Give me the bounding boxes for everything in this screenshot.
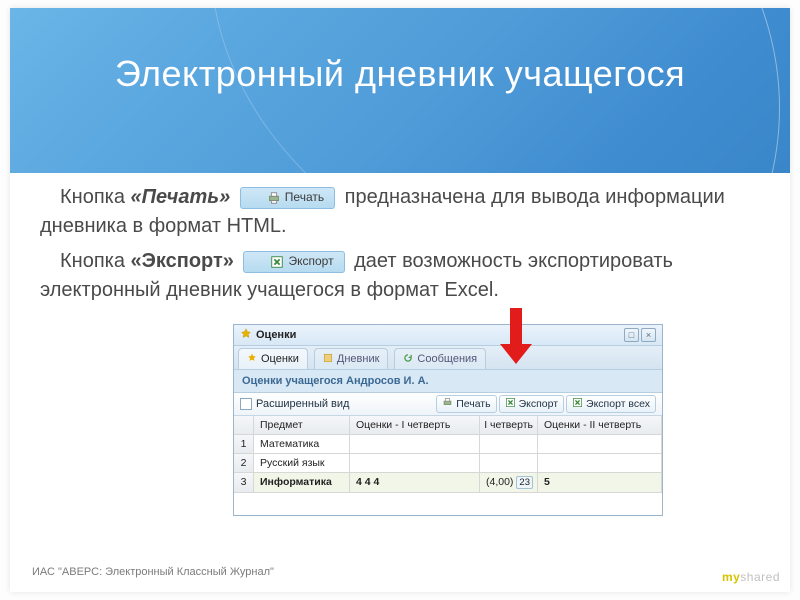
- table-header: Предмет Оценки - I четверть I четверть О…: [234, 416, 662, 435]
- button-label: Печать: [265, 189, 324, 206]
- col-grades-q2: Оценки - II четверть: [538, 416, 662, 434]
- checkbox-expanded-view[interactable]: [240, 398, 252, 410]
- body-text: Кнопка «Печать» Печать предназначена для…: [40, 183, 760, 311]
- button-label: Экспорт: [268, 253, 333, 270]
- tab-label: Сообщения: [417, 353, 477, 365]
- tab-label: Дневник: [337, 353, 380, 365]
- row-number: 1: [234, 435, 254, 453]
- window-title: Оценки: [256, 329, 296, 341]
- cell: [480, 435, 538, 453]
- text: Кнопка: [60, 186, 131, 208]
- window-titlebar: Оценки □ ×: [234, 325, 662, 346]
- cell: [350, 435, 480, 453]
- tab-grades[interactable]: Оценки: [238, 348, 308, 369]
- title-band: Электронный дневник учащегося: [10, 8, 790, 173]
- count-badge: 23: [516, 476, 533, 489]
- red-arrow-annotation: [500, 308, 530, 364]
- cell: [538, 435, 662, 453]
- export-button-illustration: Экспорт: [243, 251, 344, 273]
- cell: (4,00)23: [480, 473, 538, 492]
- export-all-button[interactable]: Экспорт всех: [566, 395, 656, 413]
- star-icon: [240, 328, 252, 343]
- maximize-button[interactable]: □: [624, 328, 639, 342]
- cell: [480, 454, 538, 472]
- tab-messages[interactable]: Сообщения: [394, 348, 486, 369]
- cell-subject: Математика: [254, 435, 350, 453]
- book-icon: [323, 353, 333, 366]
- table-row[interactable]: 1 Математика: [234, 435, 662, 454]
- print-button[interactable]: Печать: [436, 395, 496, 413]
- page-title: Электронный дневник учащегося: [10, 53, 790, 95]
- col-q1: I четверть: [480, 416, 538, 434]
- cell-subject: Русский язык: [254, 454, 350, 472]
- printer-icon: [442, 397, 453, 411]
- table-row[interactable]: 3 Информатика 4 4 4 (4,00)23 5: [234, 473, 662, 493]
- button-label: Экспорт всех: [586, 398, 650, 410]
- excel-icon: [250, 255, 264, 269]
- close-button[interactable]: ×: [641, 328, 656, 342]
- refresh-icon: [403, 353, 413, 366]
- excel-icon: [572, 397, 583, 411]
- watermark: myshared: [722, 570, 780, 584]
- star-icon: [247, 353, 257, 366]
- text-bold: «Экспорт»: [131, 250, 234, 272]
- checkbox-label: Расширенный вид: [256, 398, 349, 410]
- text-bold: «Печать»: [131, 186, 231, 208]
- export-button[interactable]: Экспорт: [499, 395, 564, 413]
- tab-label: Оценки: [261, 353, 299, 365]
- print-button-illustration: Печать: [240, 187, 335, 209]
- col-subject: Предмет: [254, 416, 350, 434]
- excel-icon: [505, 397, 516, 411]
- col-grades-q1: Оценки - I четверть: [350, 416, 480, 434]
- row-number: 3: [234, 473, 254, 492]
- button-label: Печать: [456, 398, 490, 410]
- col-rownum: [234, 416, 254, 434]
- cell: [538, 454, 662, 472]
- panel-heading: Оценки учащегося Андросов И. А.: [234, 370, 662, 393]
- table-row[interactable]: 2 Русский язык: [234, 454, 662, 473]
- tab-diary[interactable]: Дневник: [314, 348, 389, 369]
- tab-bar: Оценки Дневник Сообщения: [234, 346, 662, 370]
- text: Кнопка: [60, 250, 131, 272]
- cell: 5: [538, 473, 662, 492]
- printer-icon: [247, 191, 261, 205]
- button-label: Экспорт: [519, 398, 558, 410]
- cell-subject: Информатика: [254, 473, 350, 492]
- cell: 4 4 4: [350, 473, 480, 492]
- cell: [350, 454, 480, 472]
- row-number: 2: [234, 454, 254, 472]
- grades-window: Оценки □ × Оценки Дневник Сообщения Оцен…: [233, 324, 663, 516]
- toolbar: Расширенный вид Печать Экспорт Экспорт в…: [234, 393, 662, 416]
- footnote: ИАС "АВЕРС: Электронный Классный Журнал": [32, 566, 274, 578]
